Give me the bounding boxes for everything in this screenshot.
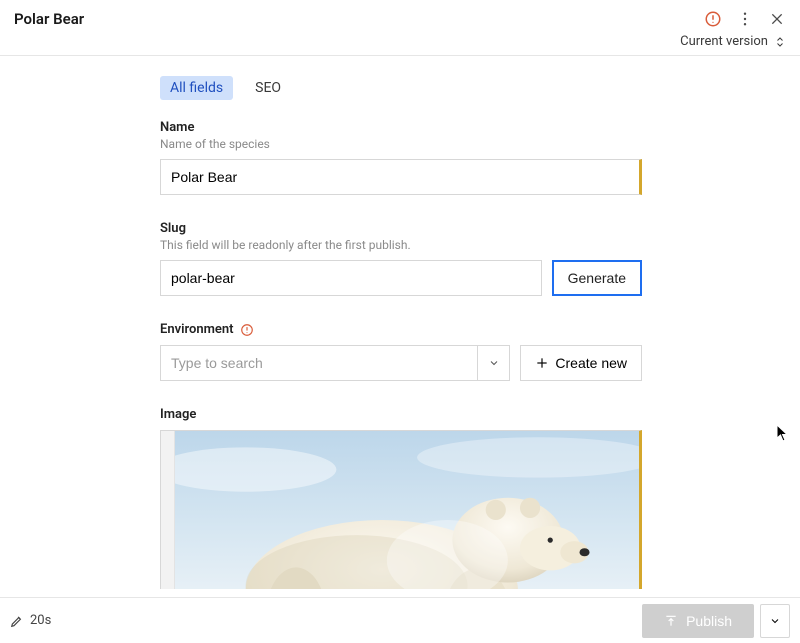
environment-dropdown-toggle[interactable] (477, 346, 509, 380)
publish-label: Publish (686, 613, 732, 629)
image-field[interactable] (160, 430, 642, 589)
field-tabs: All fields SEO (160, 76, 642, 100)
more-menu-icon[interactable] (736, 10, 754, 28)
chevron-down-icon (488, 357, 500, 369)
name-help: Name of the species (160, 137, 642, 151)
tab-all-fields[interactable]: All fields (160, 76, 233, 100)
publish-button[interactable]: Publish (642, 604, 754, 638)
environment-warning-icon (240, 323, 254, 337)
tab-seo[interactable]: SEO (245, 76, 291, 100)
image-thumb-rail (161, 431, 175, 589)
environment-combobox[interactable] (160, 345, 510, 381)
autosave-time: 20s (30, 613, 51, 628)
slug-input[interactable] (160, 260, 542, 296)
name-label: Name (160, 120, 642, 135)
slug-help: This field will be readonly after the fi… (160, 238, 642, 252)
upload-icon (664, 614, 678, 628)
environment-label: Environment (160, 322, 234, 337)
create-new-environment-button[interactable]: Create new (520, 345, 642, 381)
environment-search-input[interactable] (161, 346, 477, 380)
validation-warning-icon[interactable] (704, 10, 722, 28)
pencil-icon (10, 614, 24, 628)
version-label: Current version (680, 34, 768, 49)
create-new-label: Create new (555, 355, 627, 371)
sort-icon (774, 35, 786, 49)
generate-slug-button[interactable]: Generate (552, 260, 642, 296)
version-selector[interactable]: Current version (680, 34, 786, 49)
chevron-down-icon (769, 615, 781, 627)
plus-icon (535, 356, 549, 370)
publish-options-button[interactable] (760, 604, 790, 638)
image-label: Image (160, 407, 642, 422)
page-title: Polar Bear (14, 10, 84, 28)
autosave-status: 20s (10, 613, 51, 628)
slug-label: Slug (160, 221, 642, 236)
close-icon[interactable] (768, 10, 786, 28)
name-input[interactable] (160, 159, 642, 195)
image-preview (175, 431, 639, 589)
